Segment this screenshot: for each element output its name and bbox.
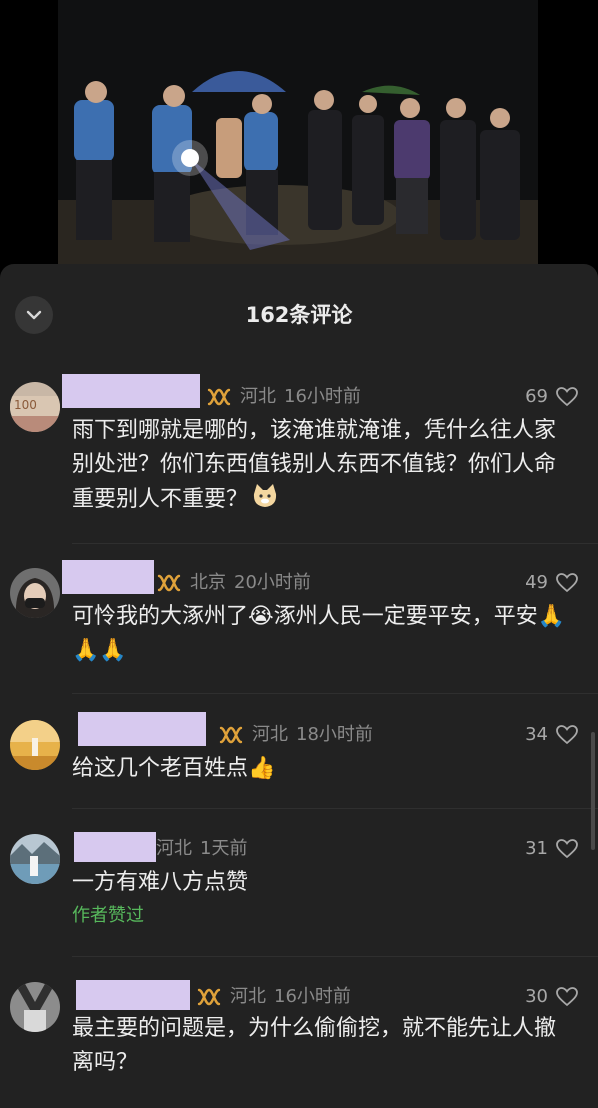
comment-meta: 河北 16小时前 <box>196 984 351 1010</box>
redacted-username[interactable] <box>74 832 156 862</box>
comment-region: 北京 <box>190 572 226 593</box>
like-count: 30 <box>525 986 548 1007</box>
svg-text:100: 100 <box>14 398 37 412</box>
scrollbar-thumb[interactable] <box>591 732 595 850</box>
comment-meta: 河北 1天前 <box>156 836 247 862</box>
like-button[interactable]: 34 <box>525 722 578 748</box>
tag-badge-icon <box>219 726 243 744</box>
like-button[interactable]: 69 <box>525 384 578 410</box>
comment-time: 18小时前 <box>296 724 373 745</box>
comment-text: 最主要的问题是，为什么偷偷挖，就不能先让人撤离吗？ <box>72 1016 557 1075</box>
like-count: 49 <box>525 572 548 593</box>
comment-text: 一方有难八方点赞 <box>72 870 249 895</box>
avatar[interactable] <box>10 834 60 884</box>
avatar[interactable] <box>10 982 60 1032</box>
like-button[interactable]: 30 <box>525 984 578 1010</box>
comment-time: 16小时前 <box>274 986 351 1007</box>
tag-badge-icon <box>197 988 221 1006</box>
author-liked-label: 作者赞过 <box>72 905 144 926</box>
like-button[interactable]: 31 <box>525 836 578 862</box>
comment-text: 给这几个老百姓点👍 <box>72 756 276 781</box>
comment-meta: 河北 16小时前 <box>206 384 361 410</box>
comment-region: 河北 <box>156 838 192 859</box>
comment-region: 河北 <box>240 386 276 407</box>
like-count: 31 <box>525 838 548 859</box>
like-button[interactable]: 49 <box>525 570 578 596</box>
divider <box>72 956 598 957</box>
divider <box>72 808 598 809</box>
comment-region: 河北 <box>230 986 266 1007</box>
redacted-username[interactable] <box>62 560 154 594</box>
heart-outline-icon <box>556 573 578 593</box>
comment-region: 河北 <box>252 724 288 745</box>
comment-meta: 河北 18小时前 <box>218 722 373 748</box>
tag-badge-icon <box>207 388 231 406</box>
divider <box>72 543 598 544</box>
comment-text-content: 雨下到哪就是哪的，该淹谁就淹谁，凭什么往人家别处泄？你们东西值钱别人东西不值钱？… <box>72 418 557 512</box>
redacted-username[interactable] <box>78 712 206 746</box>
comment-text: 可怜我的大涿州了😭涿州人民一定要平安，平安🙏🙏🙏 <box>72 604 566 663</box>
avatar[interactable] <box>10 720 60 770</box>
avatar[interactable]: 100 <box>10 382 60 432</box>
comment-time: 20小时前 <box>234 572 311 593</box>
like-count: 69 <box>525 386 548 407</box>
avatar[interactable] <box>10 568 60 618</box>
redacted-username[interactable] <box>62 374 200 408</box>
heart-outline-icon <box>556 725 578 745</box>
heart-outline-icon <box>556 387 578 407</box>
heart-outline-icon <box>556 987 578 1007</box>
divider <box>72 693 598 694</box>
heart-outline-icon <box>556 839 578 859</box>
comment-text: 雨下到哪就是哪的，该淹谁就淹谁，凭什么往人家别处泄？你们东西值钱别人东西不值钱？… <box>72 414 572 517</box>
like-count: 34 <box>525 724 548 745</box>
redacted-username[interactable] <box>76 980 190 1010</box>
comment-time: 1天前 <box>200 838 248 859</box>
comment-time: 16小时前 <box>284 386 361 407</box>
tag-badge-icon <box>157 574 181 592</box>
comment-meta: 北京 20小时前 <box>156 570 311 596</box>
video-thumbnail[interactable] <box>0 0 598 264</box>
cat-face-emoji <box>253 484 277 507</box>
comment-count-title: 162条评论 <box>245 303 353 327</box>
